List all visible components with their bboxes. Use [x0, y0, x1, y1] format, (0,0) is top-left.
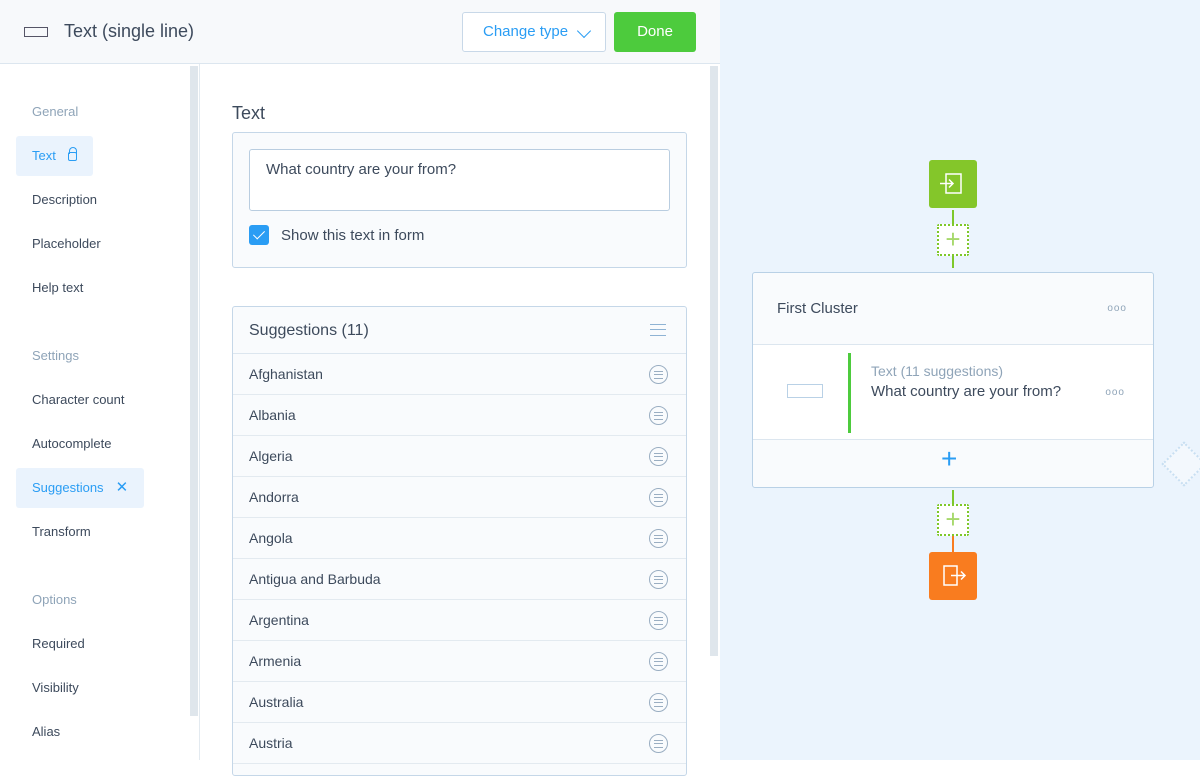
sidebar-item-required[interactable]: Required [16, 624, 101, 664]
text-input[interactable]: What country are your from? [249, 149, 670, 211]
suggestion-row[interactable]: Armenia [233, 641, 686, 682]
suggestion-label: Argentina [249, 612, 309, 628]
sidebar-item-placeholder[interactable]: Placeholder [16, 224, 117, 264]
cluster-title: First Cluster [777, 300, 858, 317]
section-options: Options [32, 592, 77, 607]
suggestions-title: Suggestions (11) [249, 322, 369, 339]
sidebar-item-help-text[interactable]: Help text [16, 268, 99, 308]
connector-line [952, 490, 954, 504]
sidebar-scrollbar[interactable] [190, 66, 198, 716]
drag-handle-icon[interactable] [649, 734, 668, 753]
editor-panel: Text (single line) Change type Done Gene… [0, 0, 720, 776]
sidebar-item-transform[interactable]: Transform [16, 512, 107, 552]
drag-handle-icon[interactable] [649, 529, 668, 548]
suggestion-label: Antigua and Barbuda [249, 571, 381, 587]
done-button[interactable]: Done [614, 12, 696, 52]
suggestion-label: Andorra [249, 489, 299, 505]
text-field-icon [24, 27, 48, 37]
suggestion-row[interactable]: Afghanistan [233, 354, 686, 395]
suggestion-label: Algeria [249, 448, 293, 464]
suggestion-row[interactable]: Algeria [233, 436, 686, 477]
drag-handle-icon[interactable] [649, 447, 668, 466]
sidebar-item-label: Text [32, 148, 56, 163]
enter-icon [940, 173, 962, 194]
drag-handle-icon[interactable] [649, 570, 668, 589]
change-type-label: Change type [483, 23, 569, 40]
sidebar-item-autocomplete[interactable]: Autocomplete [16, 424, 128, 464]
sidebar-item-visibility[interactable]: Visibility [16, 668, 95, 708]
exit-icon [943, 565, 967, 586]
add-field-icon[interactable]: + [941, 443, 957, 475]
main-scrollbar[interactable] [710, 66, 718, 656]
connector-arrow [952, 256, 954, 268]
drag-handle-icon[interactable] [649, 365, 668, 384]
sidebar-item-suggestions[interactable]: Suggestions ✕ [16, 468, 145, 508]
suggestion-row[interactable]: Antigua and Barbuda [233, 559, 686, 600]
suggestion-row[interactable]: Angola [233, 518, 686, 559]
more-icon[interactable]: ooo [1107, 303, 1127, 314]
flow-canvas: + First Cluster ooo Text (11 suggestions… [720, 0, 1200, 760]
start-node[interactable] [929, 160, 977, 208]
field-type-title: Text (single line) [64, 21, 195, 41]
show-text-checkbox[interactable] [249, 225, 269, 245]
suggestion-row[interactable]: Albania [233, 395, 686, 436]
sidebar-item-text[interactable]: Text [16, 136, 93, 176]
connector-line [952, 536, 954, 552]
suggestion-label: Australia [249, 694, 304, 710]
drag-handle-icon[interactable] [649, 488, 668, 507]
lock-icon [67, 147, 77, 161]
connector-line [952, 210, 954, 224]
show-text-label[interactable]: Show this text in form [281, 227, 424, 244]
suggestion-label: Austria [249, 735, 293, 751]
suggestion-row[interactable]: Austria [233, 723, 686, 764]
add-step-button[interactable]: + [937, 504, 969, 536]
section-settings: Settings [32, 348, 79, 363]
suggestion-row[interactable]: Australia [233, 682, 686, 723]
more-icon[interactable]: ooo [1105, 387, 1125, 398]
suggestions-panel: Suggestions (11) Afghanistan Albania Alger… [232, 306, 687, 776]
drag-handle-icon[interactable] [649, 406, 668, 425]
close-icon[interactable]: ✕ [116, 468, 129, 508]
suggestion-label: Armenia [249, 653, 302, 669]
section-general: General [32, 104, 79, 119]
menu-icon[interactable] [650, 324, 666, 336]
chevron-down-icon [576, 23, 592, 39]
field-status-bar [848, 353, 851, 433]
suggestion-row[interactable]: Andorra [233, 477, 686, 518]
drag-handle-icon[interactable] [649, 652, 668, 671]
end-node[interactable] [929, 552, 977, 600]
suggestions-header: Suggestions (11) [233, 307, 686, 354]
text-section-title: Text [232, 103, 266, 123]
text-field-icon [787, 384, 823, 398]
change-type-button[interactable]: Change type [462, 12, 606, 52]
sidebar-item-alias[interactable]: Alias [16, 712, 76, 752]
suggestion-label: Albania [249, 407, 296, 423]
field-block[interactable]: Text (11 suggestions) What country are y… [753, 344, 1153, 440]
field-subtitle: Text (11 suggestions) [871, 363, 1004, 379]
sidebar-item-character-count[interactable]: Character count [16, 380, 141, 420]
drag-handle-icon[interactable] [649, 693, 668, 712]
sidebar-item-label: Suggestions [32, 480, 104, 495]
cluster-card[interactable]: First Cluster ooo Text (11 suggestions) … [752, 272, 1154, 488]
add-step-button[interactable]: + [937, 224, 969, 256]
sidebar-item-description[interactable]: Description [16, 180, 113, 220]
suggestion-label: Angola [249, 530, 293, 546]
settings-sidebar: General Text Description Placeholder Hel… [0, 64, 200, 760]
drag-handle-icon[interactable] [649, 611, 668, 630]
suggestion-row[interactable]: Argentina [233, 600, 686, 641]
suggestion-label: Afghanistan [249, 366, 323, 382]
editor-header: Text (single line) Change type Done [0, 0, 720, 64]
field-question: What country are your from? [871, 383, 1062, 400]
settings-main: Text What country are your from? Show th… [200, 64, 720, 776]
text-section: What country are your from? Show this te… [232, 132, 687, 268]
